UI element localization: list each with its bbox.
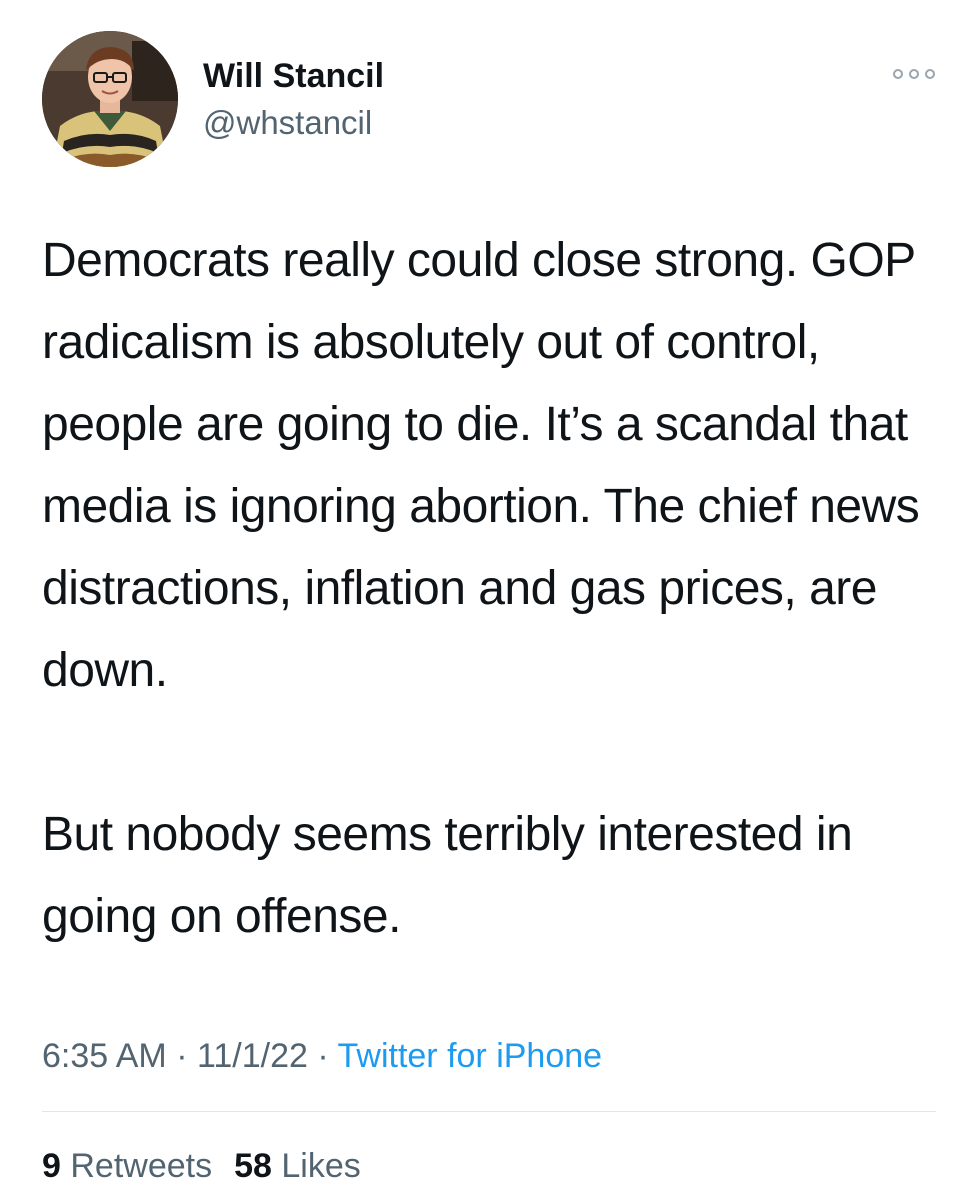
tweet-text: Democrats really could close strong. GOP… [42, 220, 942, 958]
tweet-stats: 9 Retweets 58 Likes [42, 1144, 361, 1188]
retweets-count: 9 [42, 1147, 61, 1185]
retweets-stat[interactable]: 9 Retweets [42, 1147, 212, 1185]
tweet-paragraph: Democrats really could close strong. GOP… [42, 234, 920, 697]
tweet-card: Will Stancil @whstancil Democrats really… [0, 0, 978, 1200]
avatar[interactable] [42, 31, 178, 167]
tweet-source-link[interactable]: Twitter for iPhone [338, 1037, 603, 1075]
tweet-paragraph: But nobody seems terribly interested in … [42, 808, 853, 943]
more-options-button[interactable] [888, 60, 940, 88]
retweets-label: Retweets [70, 1147, 213, 1185]
tweet-metadata: 6:35 AM · 11/1/22 · Twitter for iPhone [42, 1034, 602, 1078]
meta-separator: · [166, 1037, 197, 1075]
tweet-time[interactable]: 6:35 AM [42, 1037, 167, 1075]
divider [42, 1111, 936, 1112]
likes-count: 58 [234, 1147, 272, 1185]
likes-stat[interactable]: 58 Likes [234, 1147, 361, 1185]
tweet-date[interactable]: 11/1/22 [197, 1037, 308, 1075]
author-handle[interactable]: @whstancil [203, 103, 372, 143]
meta-separator: · [307, 1037, 338, 1075]
more-horizontal-icon [893, 69, 935, 79]
user-avatar-photo-icon [42, 31, 178, 167]
author-display-name[interactable]: Will Stancil [203, 56, 384, 96]
likes-label: Likes [281, 1147, 361, 1185]
